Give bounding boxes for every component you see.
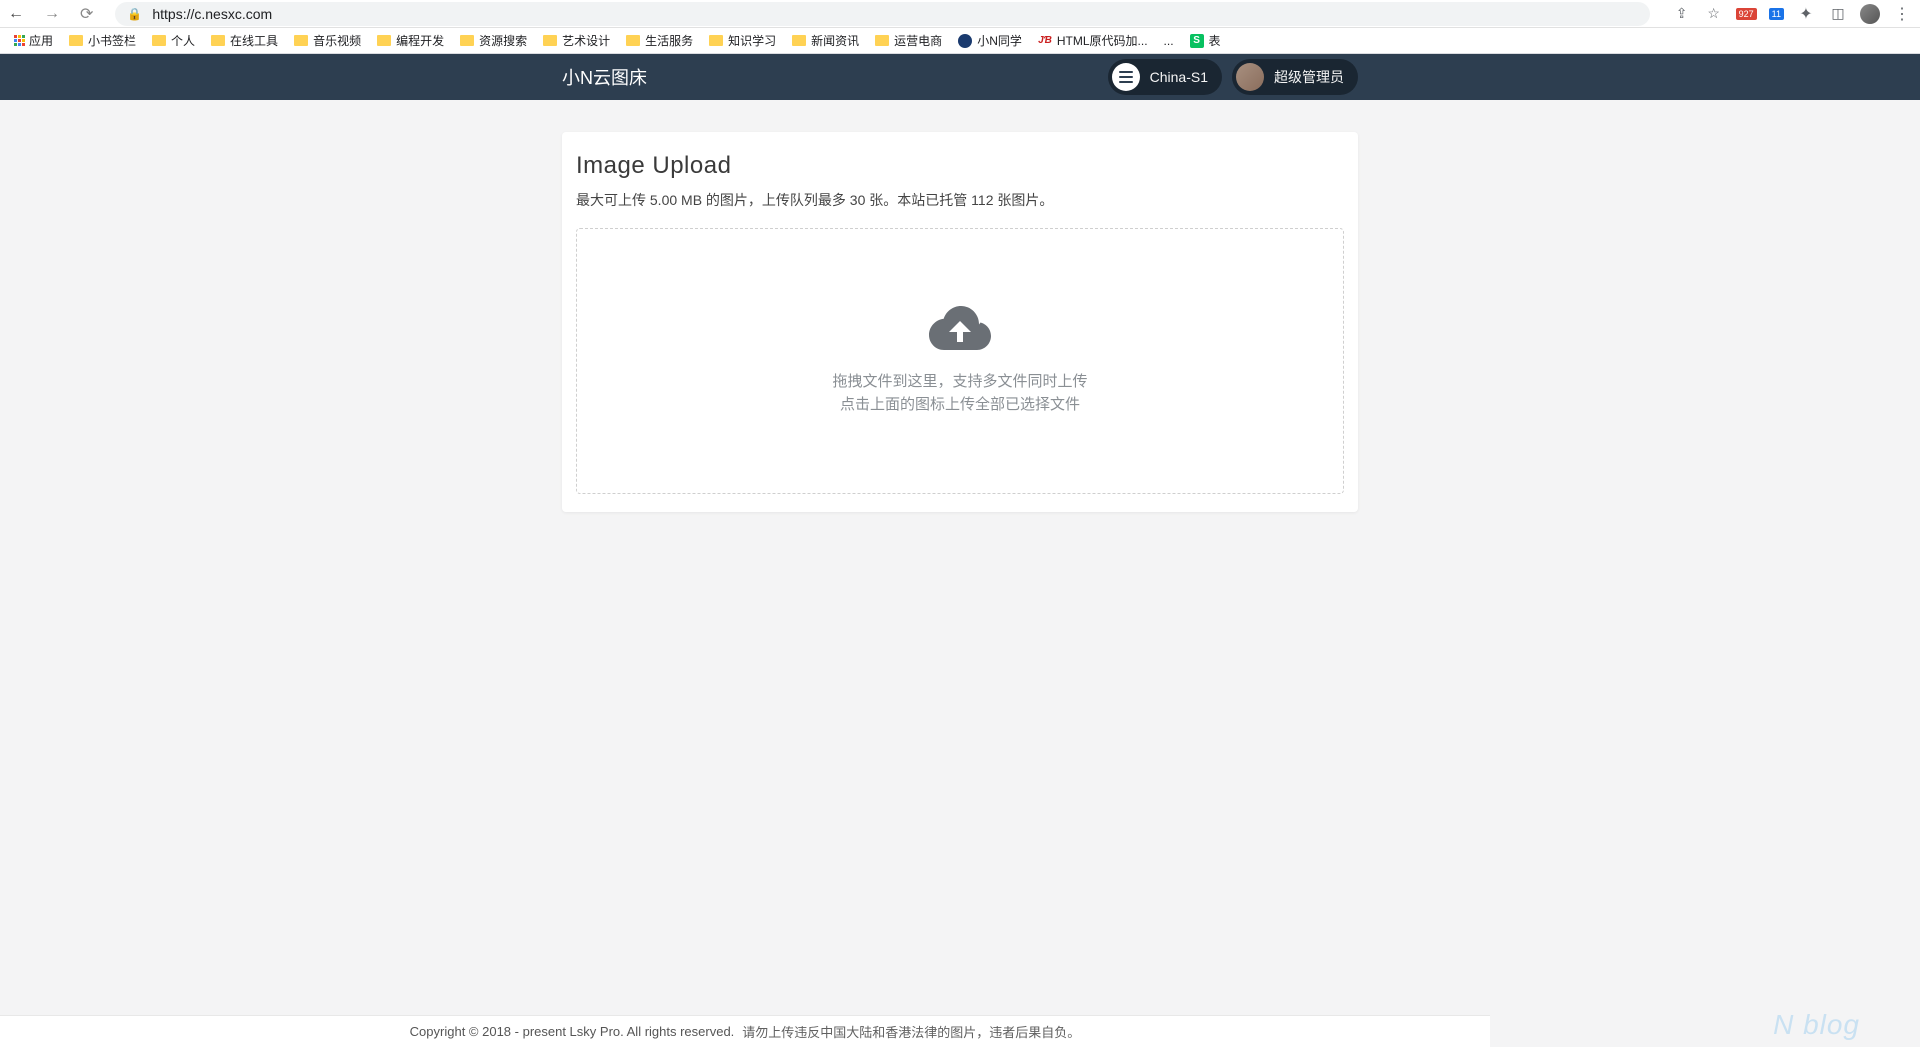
header-right: China-S1 超级管理员	[1108, 59, 1358, 95]
bookmark-folder[interactable]: 新闻资讯	[788, 30, 863, 51]
bookmark-folder[interactable]: 音乐视频	[290, 30, 365, 51]
apps-label: 应用	[29, 32, 53, 49]
back-button[interactable]: ←	[8, 5, 24, 23]
bookmark-folder[interactable]: 生活服务	[622, 30, 697, 51]
bookmark-folder[interactable]: 知识学习	[705, 30, 780, 51]
drop-line-2: 点击上面的图标上传全部已选择文件	[832, 393, 1087, 416]
chrome-menu-icon[interactable]: ⋮	[1892, 4, 1912, 24]
main-content: Image Upload 最大可上传 5.00 MB 的图片，上传队列最多 30…	[0, 100, 1920, 544]
toolbar-right: ⇪ ☆ 927 11 ✦ ◫ ⋮	[1672, 4, 1912, 24]
bookmark-folder[interactable]: 资源搜索	[456, 30, 531, 51]
folder-icon	[211, 35, 225, 46]
watermark: N blog	[1773, 1009, 1860, 1041]
user-avatar-icon	[1236, 63, 1264, 91]
apps-bookmark[interactable]: 应用	[10, 30, 57, 51]
bookmark-folder[interactable]: 艺术设计	[539, 30, 614, 51]
bookmark-folder[interactable]: 个人	[148, 30, 199, 51]
server-name: China-S1	[1150, 69, 1208, 85]
bookmark-folder[interactable]: 在线工具	[207, 30, 282, 51]
share-icon[interactable]: ⇪	[1672, 4, 1692, 24]
logo[interactable]: 小N云图床	[562, 64, 647, 90]
bookmark-folder[interactable]: 运营电商	[871, 30, 946, 51]
favicon-icon: S	[1190, 34, 1204, 48]
reload-button[interactable]: ⟳	[80, 4, 93, 24]
favicon-icon: JƁ	[1038, 34, 1052, 48]
server-icon	[1112, 63, 1140, 91]
user-name: 超级管理员	[1274, 67, 1344, 87]
extension-badge-red[interactable]: 927	[1736, 8, 1757, 20]
folder-icon	[152, 35, 166, 46]
browser-toolbar: ← → ⟳ 🔒 https://c.nesxc.com ⇪ ☆ 927 11 ✦…	[0, 0, 1920, 28]
url-text: https://c.nesxc.com	[152, 6, 1637, 22]
profile-avatar-icon[interactable]	[1860, 4, 1880, 24]
forward-button[interactable]: →	[44, 5, 60, 23]
bookmark-link[interactable]: S表	[1186, 30, 1225, 51]
nav-arrows: ← → ⟳	[8, 4, 93, 24]
folder-icon	[875, 35, 889, 46]
folder-icon	[543, 35, 557, 46]
folder-icon	[626, 35, 640, 46]
footer: Copyright © 2018 - present Lsky Pro. All…	[0, 1015, 1490, 1047]
footer-copyright: Copyright © 2018 - present Lsky Pro. All…	[410, 1024, 735, 1039]
app-header: 小N云图床 China-S1 超级管理员	[0, 54, 1920, 100]
folder-icon	[709, 35, 723, 46]
folder-icon	[294, 35, 308, 46]
upload-dropzone[interactable]: 拖拽文件到这里，支持多文件同时上传 点击上面的图标上传全部已选择文件	[576, 228, 1344, 494]
footer-notice: 请勿上传违反中国大陆和香港法律的图片，违者后果自负。	[742, 1022, 1080, 1041]
bookmark-overflow[interactable]: ...	[1160, 32, 1178, 50]
apps-grid-icon	[14, 35, 25, 46]
server-selector[interactable]: China-S1	[1108, 59, 1222, 95]
hamburger-icon	[1119, 71, 1133, 83]
user-menu[interactable]: 超级管理员	[1232, 59, 1358, 95]
favicon-icon	[958, 34, 972, 48]
dropzone-text: 拖拽文件到这里，支持多文件同时上传 点击上面的图标上传全部已选择文件	[832, 370, 1087, 417]
bookmark-folder[interactable]: 小书签栏	[65, 30, 140, 51]
extensions-icon[interactable]: ✦	[1796, 4, 1816, 24]
folder-icon	[792, 35, 806, 46]
upload-card: Image Upload 最大可上传 5.00 MB 的图片，上传队列最多 30…	[562, 132, 1358, 512]
folder-icon	[460, 35, 474, 46]
sidepanel-icon[interactable]: ◫	[1828, 4, 1848, 24]
page-title: Image Upload	[576, 152, 1344, 180]
upload-subtitle: 最大可上传 5.00 MB 的图片，上传队列最多 30 张。本站已托管 112 …	[576, 190, 1344, 210]
bookmark-link[interactable]: 小N同学	[954, 30, 1026, 51]
bookmark-folder[interactable]: 编程开发	[373, 30, 448, 51]
star-icon[interactable]: ☆	[1704, 4, 1724, 24]
lock-icon: 🔒	[127, 7, 142, 21]
bookmarks-bar: 应用 小书签栏 个人 在线工具 音乐视频 编程开发 资源搜索 艺术设计 生活服务…	[0, 28, 1920, 54]
address-bar[interactable]: 🔒 https://c.nesxc.com	[115, 2, 1649, 26]
extension-badge-blue[interactable]: 11	[1769, 8, 1784, 20]
bookmark-link[interactable]: JƁHTML原代码加...	[1034, 30, 1152, 51]
folder-icon	[69, 35, 83, 46]
cloud-upload-icon	[929, 306, 991, 350]
folder-icon	[377, 35, 391, 46]
drop-line-1: 拖拽文件到这里，支持多文件同时上传	[832, 370, 1087, 393]
